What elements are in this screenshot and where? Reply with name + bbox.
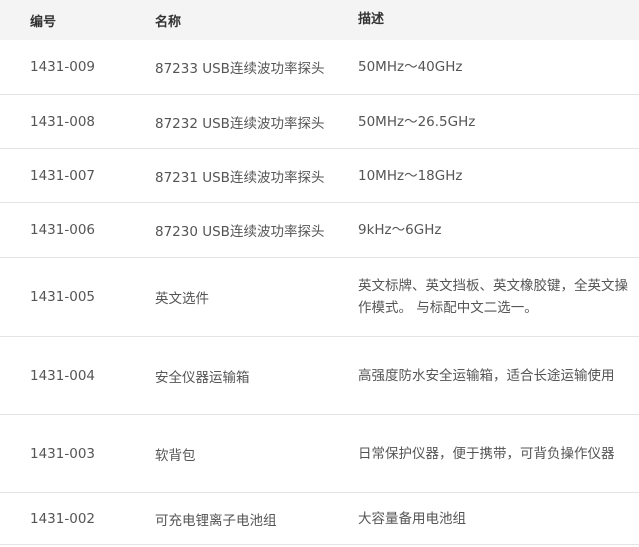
row-name: 87230 USB连续波功率探头 — [155, 224, 325, 240]
row-code: 1431-008 — [30, 113, 95, 130]
table-row: 1431-009 87233 USB连续波功率探头 50MHz～40GHz — [0, 40, 639, 95]
row-name: 87233 USB连续波功率探头 — [155, 61, 325, 77]
row-code: 1431-003 — [30, 445, 95, 462]
row-name: 安全仪器运输箱 — [155, 369, 250, 386]
table-header: 编号 名称 描述 — [0, 0, 639, 40]
table-row: 1431-005 英文选件 英文标牌、英文挡板、英文橡胶键，全英文操作模式。 与… — [0, 258, 639, 337]
row-name: 可充电锂离子电池组 — [155, 512, 277, 529]
table-row: 1431-008 87232 USB连续波功率探头 50MHz～26.5GHz — [0, 95, 639, 149]
row-code: 1431-006 — [30, 222, 95, 238]
row-desc: 高强度防水安全运输箱，适合长途运输使用 — [358, 367, 615, 384]
row-desc: 50MHz～40GHz — [358, 59, 463, 75]
row-code: 1431-002 — [30, 510, 95, 527]
row-name: 87231 USB连续波功率探头 — [155, 169, 325, 186]
row-desc: 大容量备用电池组 — [358, 510, 466, 527]
row-code: 1431-009 — [30, 59, 95, 75]
row-name: 英文选件 — [155, 291, 209, 307]
table-row: 1431-004 安全仪器运输箱 高强度防水安全运输箱，适合长途运输使用 — [0, 337, 639, 415]
row-name: 软背包 — [155, 447, 196, 464]
table-row: 1431-002 可充电锂离子电池组 大容量备用电池组 — [0, 493, 639, 545]
row-name: 87232 USB连续波功率探头 — [155, 115, 325, 132]
row-desc: 日常保护仪器，便于携带，可背负操作仪器 — [358, 445, 615, 462]
table-row: 1431-003 软背包 日常保护仪器，便于携带，可背负操作仪器 — [0, 415, 639, 493]
row-desc: 10MHz～18GHz — [358, 167, 463, 184]
row-desc: 9kHz～6GHz — [358, 222, 442, 238]
row-desc: 英文标牌、英文挡板、英文橡胶键，全英文操作模式。 与标配中文二选一。 — [358, 278, 628, 316]
table-row: 1431-006 87230 USB连续波功率探头 9kHz～6GHz — [0, 203, 639, 258]
row-code: 1431-007 — [30, 167, 95, 184]
header-name: 名称 — [155, 14, 182, 30]
header-code: 编号 — [30, 14, 57, 30]
accessory-table: 编号 名称 描述 1431-009 87233 USB连续波功率探头 50MHz… — [0, 0, 639, 545]
header-desc: 描述 — [358, 12, 385, 27]
row-code: 1431-005 — [30, 289, 95, 305]
row-code: 1431-004 — [30, 367, 95, 384]
table-row: 1431-007 87231 USB连续波功率探头 10MHz～18GHz — [0, 149, 639, 203]
row-desc: 50MHz～26.5GHz — [358, 113, 476, 130]
